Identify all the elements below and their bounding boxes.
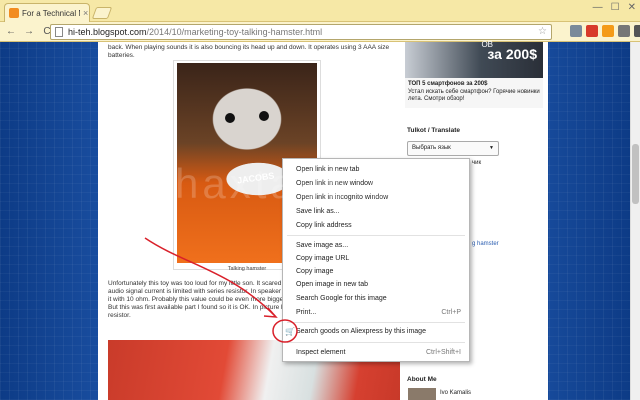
menu-item-print[interactable]: Print... Ctrl+P [283, 306, 469, 319]
article-line: Unfortunately this toy was too loud for … [108, 280, 282, 287]
menu-item-copy-image[interactable]: Copy image [283, 265, 469, 278]
menu-separator [287, 235, 465, 236]
scrollbar[interactable] [630, 42, 640, 400]
translate-select-value: Выбрать язык [412, 145, 451, 151]
extension-red-icon[interactable] [586, 25, 598, 37]
menu-icon[interactable] [634, 25, 640, 37]
menu-item-label: Open image in new tab [296, 281, 368, 288]
close-window-icon[interactable]: ✕ [628, 2, 636, 13]
ad-title[interactable]: ТОП 5 смартфонов за 200$ [408, 81, 487, 87]
article-paragraph-top: back. When playing sounds it is also bou… [108, 44, 390, 59]
menu-item-inspect-element[interactable]: Inspect element Ctrl+Shift+I [283, 346, 469, 359]
title-bar: For a Technical Mind × — ☐ ✕ [0, 0, 640, 22]
menu-item-label: Search Google for this image [296, 295, 387, 302]
tab-close-icon[interactable]: × [83, 8, 88, 18]
scrollbar-thumb[interactable] [632, 144, 639, 204]
extension-cube-icon[interactable] [570, 25, 582, 37]
browser-window: For a Technical Mind × — ☐ ✕ ← → C hi-te… [0, 0, 640, 400]
menu-item-save-image-as[interactable]: Save image as... [283, 239, 469, 252]
chevron-down-icon: ▼ [489, 145, 494, 151]
menu-item-label: Save image as... [296, 242, 349, 249]
menu-item-label: Copy image URL [296, 255, 350, 262]
article-line: But this was first available part I foun… [108, 304, 285, 311]
article-line: it with 10 ohm. Probably this value coul… [108, 296, 287, 303]
menu-item-label: Save link as... [296, 208, 340, 215]
aliexpress-cart-icon: 🛒 [285, 327, 295, 336]
hamster-eye [259, 111, 269, 121]
article-line: audio signal current is limited with ser… [108, 288, 293, 295]
partial-sidebar-link[interactable]: g hamster [472, 241, 499, 247]
bookmark-star-icon[interactable]: ☆ [538, 26, 547, 37]
ad-small-text: ОВ [481, 40, 493, 49]
new-tab-button[interactable] [91, 7, 113, 19]
extension-icons [570, 25, 640, 37]
menu-item-label: Print... [296, 309, 317, 316]
menu-shortcut: Ctrl+P [441, 309, 461, 316]
partial-sidebar-text: чик [472, 160, 482, 166]
menu-item-search-aliexpress[interactable]: 🛒 Search goods on Aliexpress by this imag… [283, 325, 469, 338]
url-host: hi-teh.blogspot.com [68, 27, 147, 37]
menu-separator [287, 342, 465, 343]
ad-image[interactable]: за 200$ ОВ [405, 40, 543, 78]
tab-title: For a Technical Mind [22, 8, 80, 18]
forward-icon[interactable]: → [22, 26, 36, 37]
extension-gear-icon[interactable] [618, 25, 630, 37]
blogger-favicon-icon [9, 8, 19, 18]
menu-item-copy-image-url[interactable]: Copy image URL [283, 252, 469, 265]
menu-item-label: Search goods on Aliexpress by this image [296, 328, 426, 335]
back-icon[interactable]: ← [4, 26, 18, 37]
hamster-eye [225, 113, 235, 123]
page-icon [55, 27, 63, 37]
menu-item-copy-link-address[interactable]: Copy link address [283, 219, 469, 232]
menu-shortcut: Ctrl+Shift+I [425, 349, 461, 356]
menu-item-label: Copy image [296, 268, 334, 275]
author-avatar[interactable] [408, 388, 436, 400]
watermark: chaxtab5.com [150, 160, 460, 207]
article-line: resistor. [108, 312, 131, 319]
menu-item-label: Inspect element [296, 349, 346, 356]
menu-separator [287, 322, 465, 323]
url-path: /2014/10/marketing-toy-talking-hamster.h… [146, 27, 323, 37]
maximize-icon[interactable]: ☐ [611, 2, 620, 13]
navigation-bar: ← → C hi-teh.blogspot.com/2014/10/market… [0, 22, 640, 42]
ad-price: за 200$ [487, 46, 537, 62]
ad-text: Устал искать себе смартфон? Горячие нови… [408, 89, 540, 102]
aliexpress-cart-icon[interactable] [602, 25, 614, 37]
author-name[interactable]: Ivo Kamalis [440, 390, 471, 396]
menu-item-search-google-image[interactable]: Search Google for this image [283, 292, 469, 305]
menu-item-label: Copy link address [296, 222, 352, 229]
browser-tab[interactable]: For a Technical Mind × [4, 3, 90, 22]
window-controls: — ☐ ✕ [593, 2, 636, 13]
address-bar[interactable]: hi-teh.blogspot.com/2014/10/marketing-to… [50, 24, 552, 40]
translate-heading: Tulkot / Translate [407, 127, 460, 134]
about-heading: About Me [407, 376, 437, 383]
translate-language-select[interactable]: Выбрать язык ▼ [407, 141, 499, 156]
minimize-icon[interactable]: — [593, 2, 603, 13]
menu-item-open-image-new-tab[interactable]: Open image in new tab [283, 278, 469, 291]
